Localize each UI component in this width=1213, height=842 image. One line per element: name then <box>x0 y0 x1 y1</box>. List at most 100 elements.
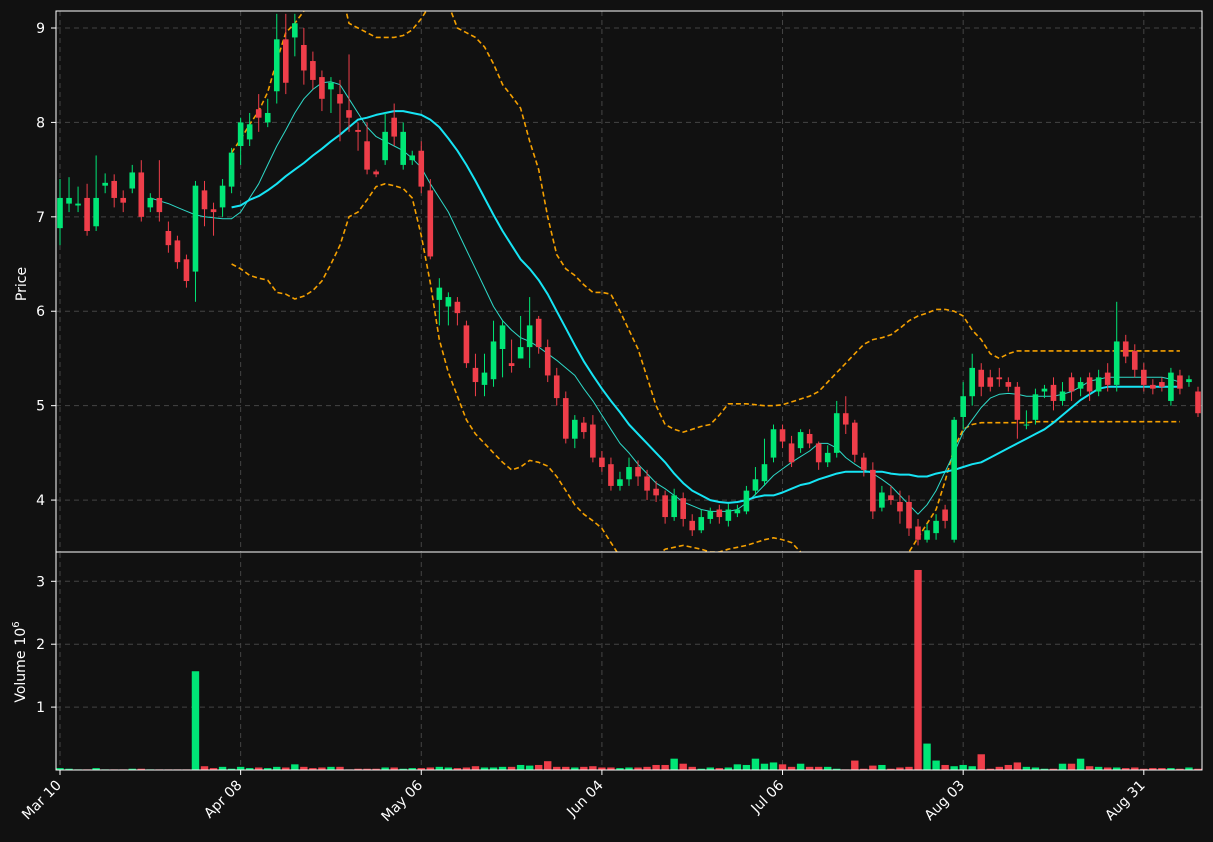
candle-body <box>987 377 994 387</box>
candle-body <box>174 240 181 263</box>
price-tick-label: 4 <box>36 493 45 509</box>
candle-body <box>698 517 705 531</box>
candle-body <box>409 155 416 161</box>
candle-body <box>969 367 976 397</box>
candle-body <box>165 230 172 246</box>
candle-body <box>255 109 262 118</box>
volume-bar <box>941 764 949 770</box>
candle-body <box>590 424 596 458</box>
candle-body <box>364 141 370 170</box>
candle-body <box>310 61 316 80</box>
candle-body <box>1005 382 1012 387</box>
candle-body <box>797 432 804 449</box>
candle-body <box>75 203 81 206</box>
candle-body <box>553 375 560 399</box>
candle-body <box>1131 350 1138 370</box>
candle-body <box>57 197 63 229</box>
candle-body <box>879 492 885 508</box>
candle-body <box>328 82 334 90</box>
volume-bar <box>191 671 200 770</box>
volume-bar <box>525 765 534 770</box>
volume-bar <box>977 754 985 770</box>
volume-bar <box>878 764 886 770</box>
candle-body <box>833 413 840 453</box>
candle-body <box>138 172 145 217</box>
price-tick-label: 8 <box>36 115 45 131</box>
volume-bar <box>923 743 931 770</box>
volume-bar <box>1013 762 1022 770</box>
candle-body <box>806 433 813 444</box>
chart-background <box>0 0 1213 842</box>
volume-bar <box>869 765 877 770</box>
candle-body <box>346 110 352 118</box>
candle-body <box>716 509 723 518</box>
candle-body <box>84 197 90 231</box>
candle-body <box>129 172 136 189</box>
candle-body <box>400 131 407 165</box>
candle-body <box>535 318 542 348</box>
candle-body <box>210 209 217 213</box>
candle-body <box>282 39 289 83</box>
candle-body <box>111 180 117 198</box>
candle-body <box>499 325 506 350</box>
price-tick-label: 9 <box>36 21 45 37</box>
candle-body <box>599 457 605 468</box>
candle-body <box>264 112 271 123</box>
candle-body <box>237 122 244 147</box>
candle-body <box>156 197 163 213</box>
volume-bar <box>471 766 480 770</box>
candle-body <box>481 372 488 385</box>
volume-bar <box>534 764 543 770</box>
volume-bar <box>932 760 940 770</box>
candle-body <box>427 190 434 257</box>
price-axis-label: Price <box>14 267 30 301</box>
volume-tick-label: 1 <box>36 700 45 716</box>
candle-body <box>147 197 154 208</box>
volume-bar <box>1058 763 1067 770</box>
candle-body <box>526 325 533 348</box>
candle-body <box>490 341 497 380</box>
candle-body <box>978 369 985 387</box>
candle-body <box>508 363 515 367</box>
candle-body <box>544 347 551 376</box>
volume-bar <box>742 764 751 770</box>
candle-body <box>662 495 668 518</box>
volume-bar <box>589 766 597 770</box>
candle-body <box>942 509 948 521</box>
volume-axis-label-base: 10 <box>13 628 29 646</box>
price-tick-label: 7 <box>36 210 45 226</box>
candle-body <box>617 479 623 486</box>
volume-bar <box>733 764 742 770</box>
candle-body <box>761 464 768 482</box>
volume-bar <box>1067 763 1076 770</box>
candle-body <box>454 301 461 314</box>
volume-bar <box>652 764 660 770</box>
candle-body <box>1104 372 1111 385</box>
volume-bar <box>914 569 922 770</box>
volume-axis-label-text: Volume <box>13 651 29 703</box>
candle-body <box>93 197 99 227</box>
volume-axis-label: Volume 106 <box>11 621 29 702</box>
volume-bar <box>1004 764 1013 770</box>
candle-body <box>436 287 443 300</box>
candle-body <box>1113 341 1120 385</box>
candle-body <box>870 469 876 512</box>
candle-body <box>472 367 479 383</box>
candle-body <box>788 443 795 463</box>
volume-bar <box>516 764 525 770</box>
candle-body <box>319 77 325 99</box>
candle-body <box>183 259 190 282</box>
candle-body <box>671 495 677 518</box>
candle-body <box>581 422 587 433</box>
candle-body <box>1086 377 1093 392</box>
candle-body <box>219 185 226 208</box>
candle-body <box>770 429 777 458</box>
candle-body <box>391 117 397 137</box>
candle-body <box>445 297 452 307</box>
volume-bar <box>769 762 778 770</box>
candle-body <box>1195 391 1201 414</box>
volume-bar <box>661 764 669 770</box>
candle-body <box>851 422 858 455</box>
volume-bar <box>200 766 209 770</box>
candle-body <box>842 413 849 425</box>
